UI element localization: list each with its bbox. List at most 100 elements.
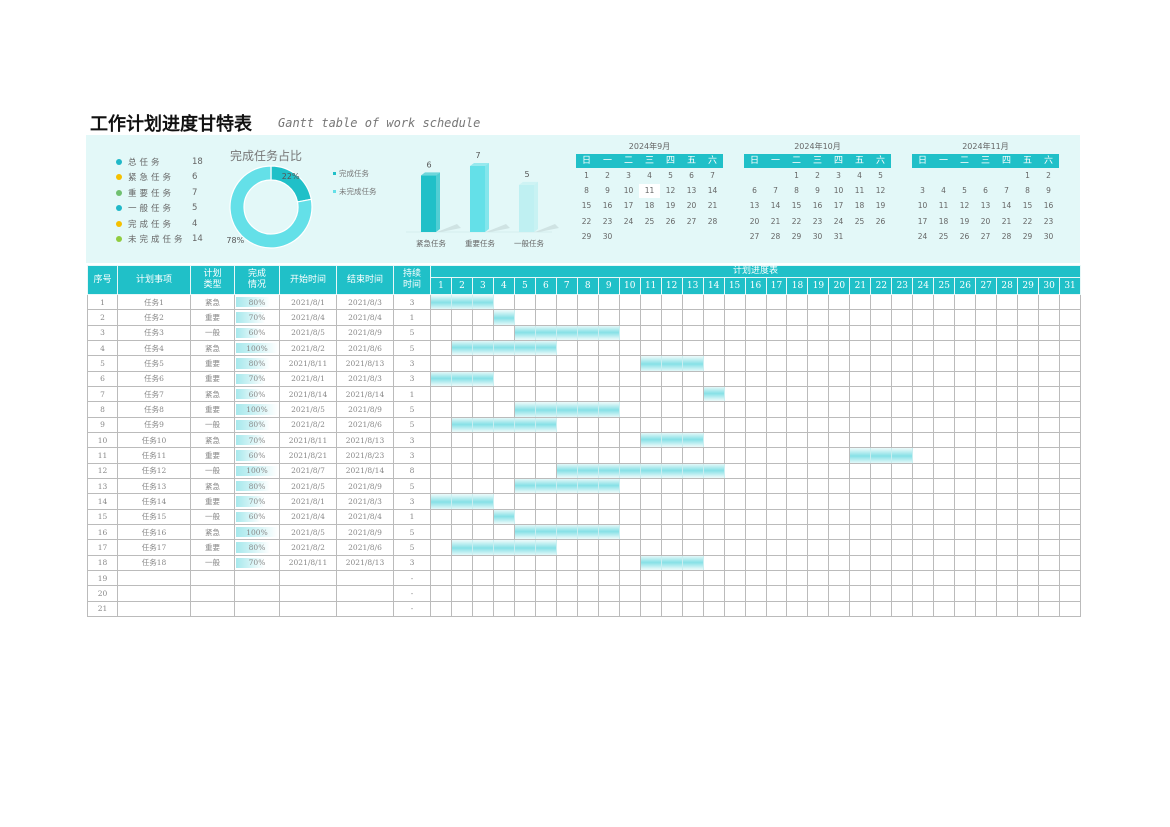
calendar-day[interactable]: 1: [786, 169, 807, 183]
calendar-day[interactable]: 16: [1038, 199, 1059, 213]
calendar-day[interactable]: 18: [849, 199, 870, 213]
cell-task[interactable]: 任务16: [117, 523, 191, 541]
calendar-day[interactable]: 21: [765, 215, 786, 229]
calendar-day[interactable]: 2: [597, 169, 618, 183]
cell-end[interactable]: 2021/8/3: [336, 293, 394, 311]
cell-type[interactable]: 紧急: [190, 293, 235, 311]
cell-task[interactable]: 任务7: [117, 385, 191, 403]
cell-progress[interactable]: 60%: [234, 324, 280, 341]
cell-start[interactable]: 2021/8/5: [279, 523, 337, 541]
calendar-day[interactable]: 6: [744, 184, 765, 198]
calendar-day[interactable]: 10: [618, 184, 639, 198]
calendar-day[interactable]: 30: [597, 230, 618, 244]
cell-type[interactable]: 一般: [190, 462, 235, 479]
cell-end[interactable]: 2021/8/13: [336, 355, 394, 372]
cell-type[interactable]: 重要: [190, 493, 235, 510]
calendar-day[interactable]: 3: [618, 169, 639, 183]
cell-task[interactable]: [117, 569, 191, 587]
cell-type[interactable]: 重要: [190, 370, 235, 387]
cell-start[interactable]: 2021/8/14: [279, 385, 337, 403]
calendar-day[interactable]: 9: [1038, 184, 1059, 198]
cell-end[interactable]: 2021/8/3: [336, 370, 394, 387]
cell-progress[interactable]: 80%: [234, 293, 280, 311]
cell-start[interactable]: 2021/8/1: [279, 493, 337, 510]
cell-progress[interactable]: 70%: [234, 431, 280, 449]
calendar-day[interactable]: 20: [744, 215, 765, 229]
cell-start[interactable]: [279, 600, 337, 617]
calendar-day[interactable]: 15: [576, 199, 597, 213]
calendar-day[interactable]: 17: [912, 215, 933, 229]
cell-task[interactable]: 任务13: [117, 477, 191, 495]
cell-start[interactable]: 2021/8/4: [279, 309, 337, 326]
calendar-day[interactable]: 26: [954, 230, 975, 244]
calendar-day[interactable]: 26: [870, 215, 891, 229]
calendar-day[interactable]: 23: [807, 215, 828, 229]
cell-task[interactable]: 任务12: [117, 462, 191, 479]
calendar-day[interactable]: 27: [975, 230, 996, 244]
cell-type[interactable]: 重要: [190, 401, 235, 418]
cell-start[interactable]: 2021/8/11: [279, 554, 337, 571]
cell-progress[interactable]: 70%: [234, 370, 280, 387]
cell-end[interactable]: 2021/8/13: [336, 554, 394, 571]
cell-progress[interactable]: 100%: [234, 339, 280, 357]
calendar-day[interactable]: 4: [849, 169, 870, 183]
calendar-day[interactable]: 30: [1038, 230, 1059, 244]
calendar-day[interactable]: 28: [765, 230, 786, 244]
calendar-day-today[interactable]: 11: [639, 183, 660, 198]
cell-start[interactable]: 2021/8/1: [279, 370, 337, 387]
cell-progress[interactable]: 80%: [234, 416, 280, 433]
cell-progress[interactable]: 70%: [234, 493, 280, 510]
cell-task[interactable]: 任务4: [117, 339, 191, 357]
calendar-day[interactable]: 14: [702, 184, 723, 198]
cell-end[interactable]: 2021/8/9: [336, 401, 394, 418]
calendar-day[interactable]: 3: [828, 169, 849, 183]
calendar-day[interactable]: 6: [975, 184, 996, 198]
calendar-day[interactable]: 22: [576, 215, 597, 229]
cell-progress[interactable]: [234, 600, 280, 617]
cell-end[interactable]: 2021/8/4: [336, 309, 394, 326]
calendar-day[interactable]: 13: [744, 199, 765, 213]
calendar-day[interactable]: 29: [576, 230, 597, 244]
cell-end[interactable]: 2021/8/6: [336, 539, 394, 556]
cell-task[interactable]: 任务15: [117, 508, 191, 525]
calendar-day[interactable]: 27: [681, 215, 702, 229]
calendar-day[interactable]: 7: [702, 169, 723, 183]
cell-start[interactable]: 2021/8/5: [279, 401, 337, 418]
calendar-day[interactable]: 15: [786, 199, 807, 213]
cell-start[interactable]: 2021/8/2: [279, 539, 337, 556]
cell-task[interactable]: 任务17: [117, 539, 191, 556]
calendar-day[interactable]: 31: [828, 230, 849, 244]
calendar-day[interactable]: 11: [849, 184, 870, 198]
cell-start[interactable]: 2021/8/7: [279, 462, 337, 479]
cell-progress[interactable]: 80%: [234, 539, 280, 556]
cell-type[interactable]: 重要: [190, 309, 235, 326]
cell-type[interactable]: 一般: [190, 416, 235, 433]
calendar-day[interactable]: 17: [618, 199, 639, 213]
cell-type[interactable]: 重要: [190, 447, 235, 464]
calendar-day[interactable]: 8: [1017, 184, 1038, 198]
calendar-day[interactable]: 1: [576, 169, 597, 183]
cell-type[interactable]: 一般: [190, 508, 235, 525]
cell-progress[interactable]: 100%: [234, 462, 280, 479]
calendar-day[interactable]: 25: [639, 215, 660, 229]
cell-task[interactable]: 任务10: [117, 431, 191, 449]
calendar-day[interactable]: 19: [870, 199, 891, 213]
calendar-day[interactable]: 15: [1017, 199, 1038, 213]
cell-end[interactable]: 2021/8/3: [336, 493, 394, 510]
calendar-day[interactable]: 8: [576, 184, 597, 198]
cell-start[interactable]: 2021/8/1: [279, 293, 337, 311]
calendar-day[interactable]: 9: [597, 184, 618, 198]
calendar-day[interactable]: 23: [1038, 215, 1059, 229]
calendar-day[interactable]: 25: [933, 230, 954, 244]
calendar-day[interactable]: 3: [912, 184, 933, 198]
calendar-day[interactable]: 14: [996, 199, 1017, 213]
calendar-day[interactable]: 13: [975, 199, 996, 213]
cell-task[interactable]: 任务6: [117, 370, 191, 387]
calendar-day[interactable]: 13: [681, 184, 702, 198]
cell-type[interactable]: 一般: [190, 554, 235, 571]
cell-start[interactable]: 2021/8/11: [279, 355, 337, 372]
cell-type[interactable]: 紧急: [190, 385, 235, 403]
cell-task[interactable]: 任务9: [117, 416, 191, 433]
calendar-day[interactable]: 16: [807, 199, 828, 213]
calendar-day[interactable]: 4: [639, 169, 660, 183]
